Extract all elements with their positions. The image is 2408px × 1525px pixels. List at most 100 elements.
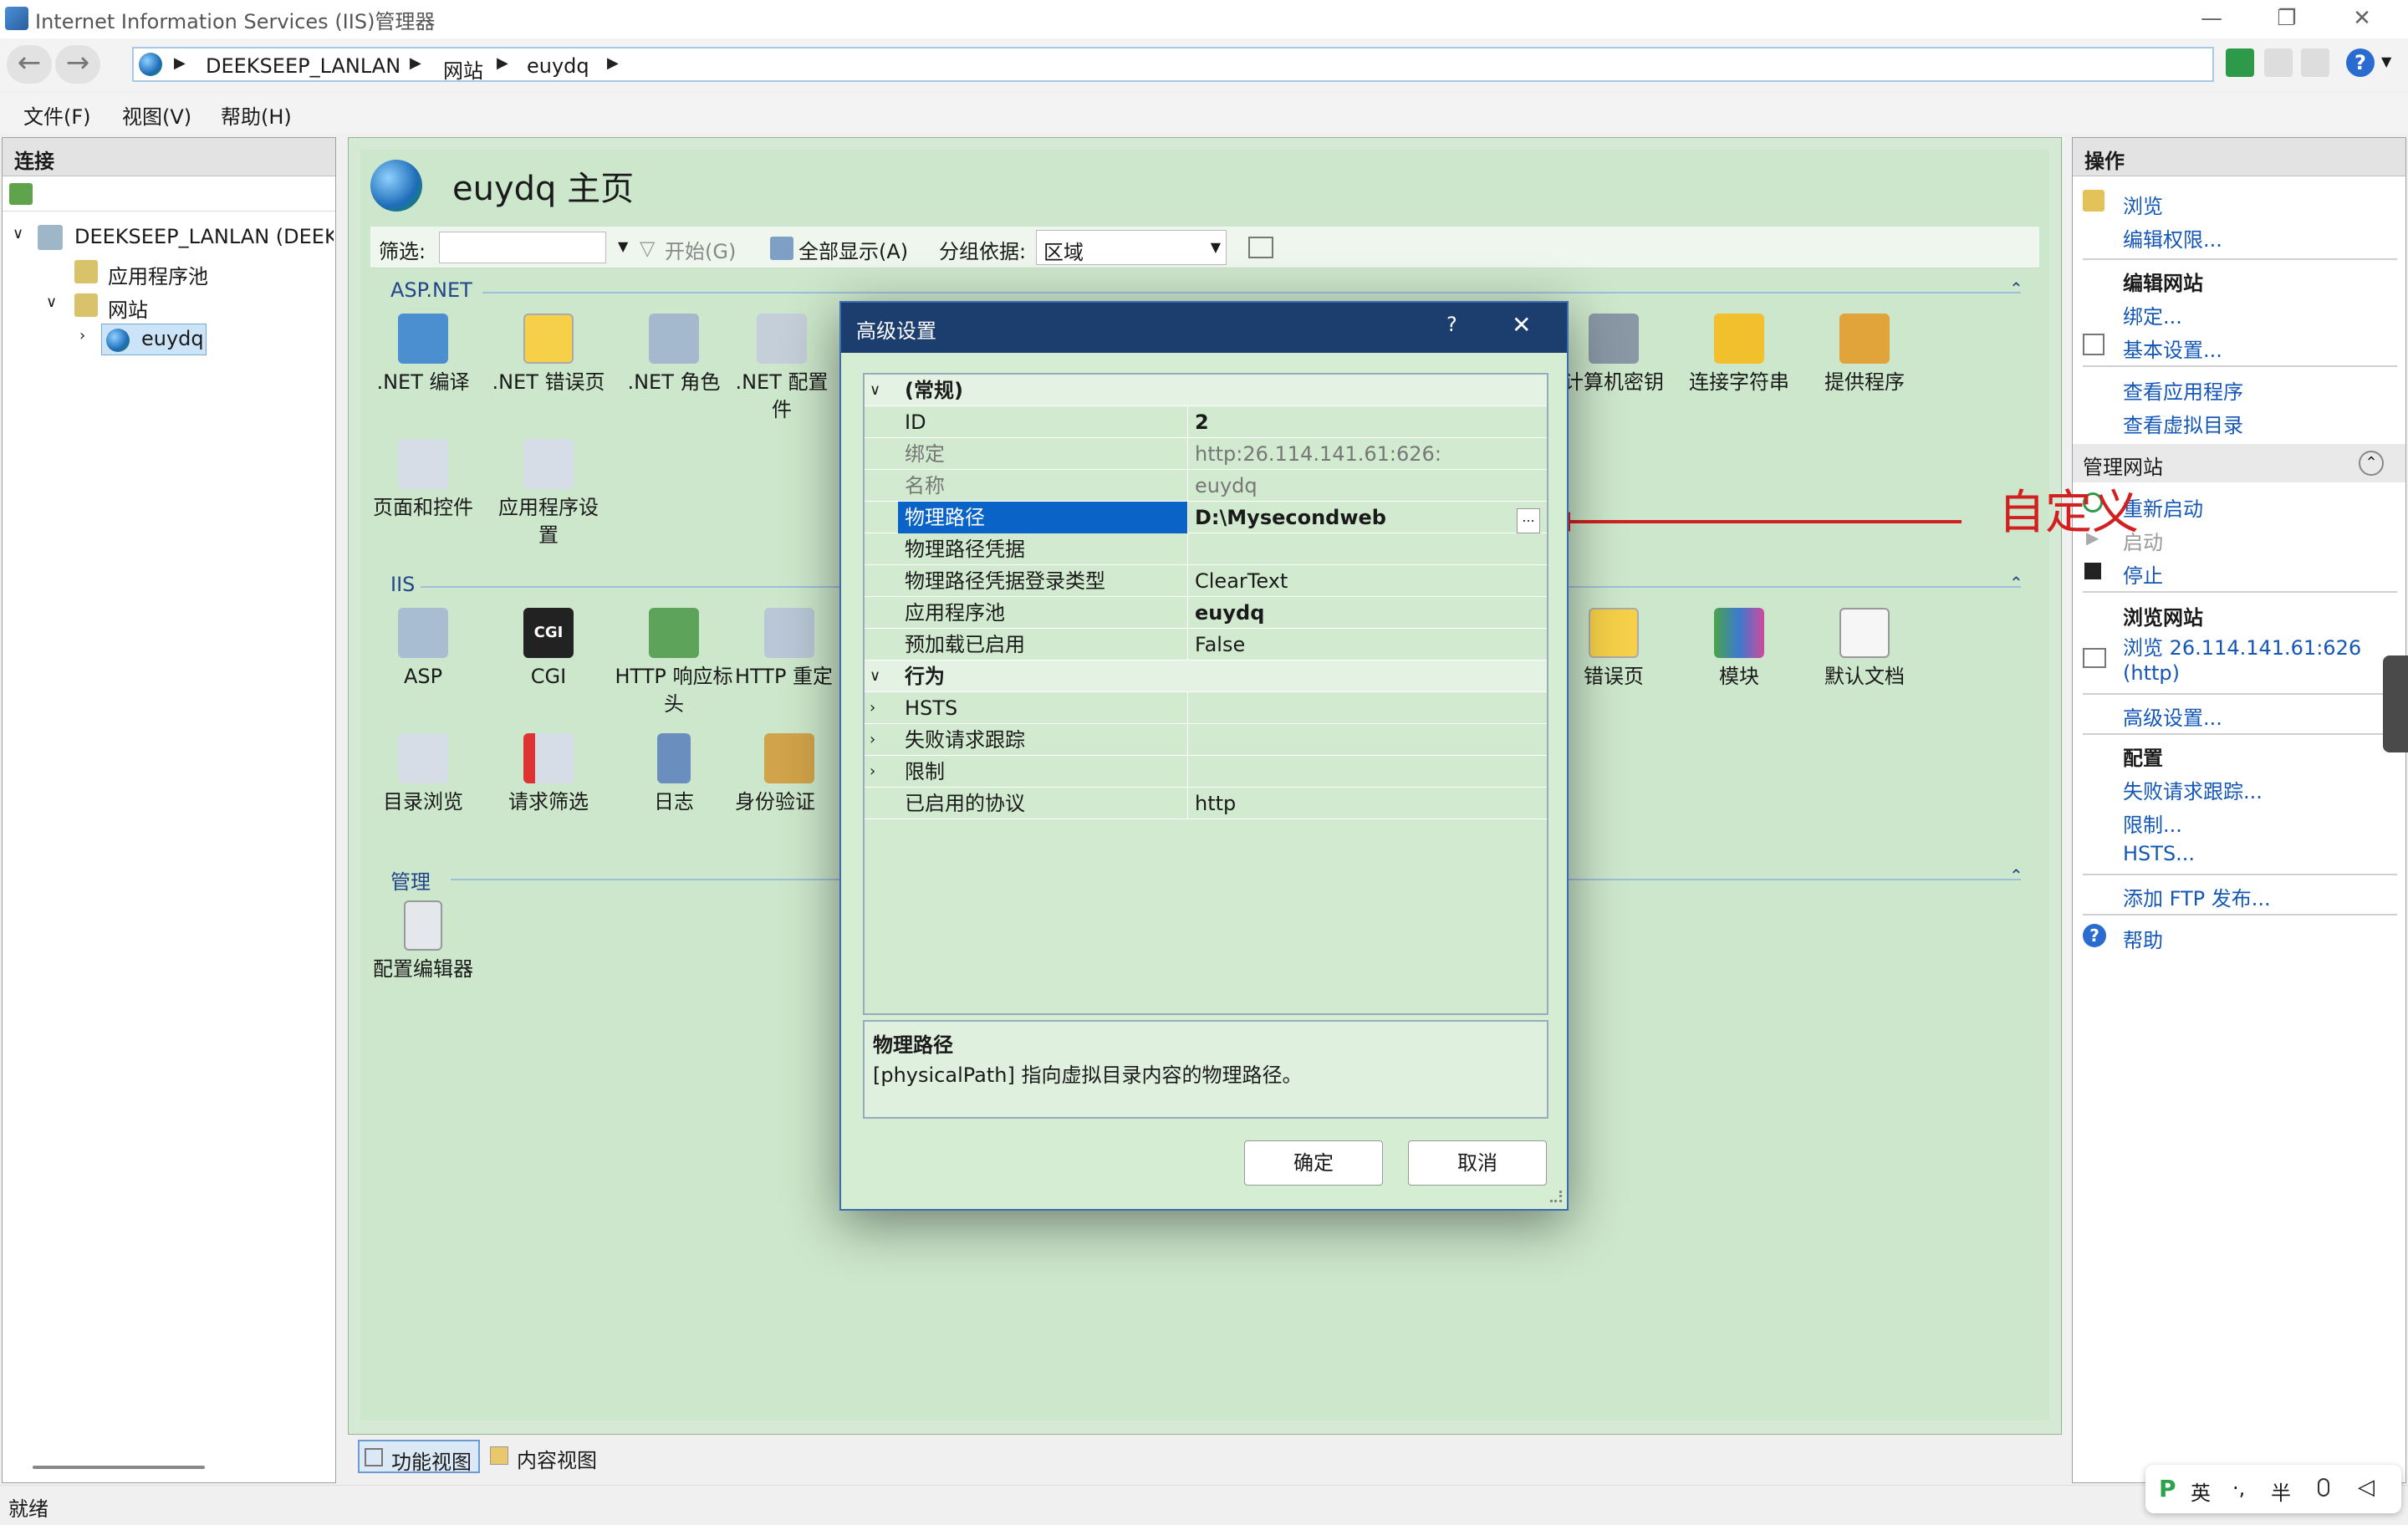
ime-logo-icon[interactable]: P <box>2159 1475 2176 1502</box>
expand-icon[interactable]: ∨ <box>870 660 886 692</box>
expand-icon[interactable]: › <box>870 724 886 756</box>
feature-default-document[interactable]: 默认文档 <box>1802 608 1927 691</box>
collapse-section-icon[interactable]: ⌃ <box>2009 278 2023 298</box>
breadcrumb-server[interactable]: DEEKSEEP_LANLAN <box>206 54 400 78</box>
property-value[interactable]: euydq <box>1187 470 1547 502</box>
property-row[interactable]: 已启用的协议 http <box>865 788 1547 819</box>
action-view-vdirs[interactable]: 查看虚拟目录 <box>2123 409 2243 438</box>
cancel-button[interactable]: 取消 <box>1408 1140 1547 1186</box>
tree-expander-icon[interactable]: ∨ <box>46 293 57 311</box>
breadcrumb-site[interactable]: euydq <box>527 54 589 78</box>
physical-path-input[interactable]: D:\Mysecondweb <box>1187 502 1547 533</box>
breadcrumb[interactable]: ▶ DEEKSEEP_LANLAN ▶ 网站 ▶ euydq ▶ <box>132 47 2214 84</box>
feature-logging[interactable]: 日志 <box>611 733 737 816</box>
feature-cgi[interactable]: CGI CGI <box>486 608 611 691</box>
stop-icon[interactable] <box>2264 48 2293 77</box>
help-icon[interactable]: ? <box>2346 48 2375 77</box>
feature-net-error-pages[interactable]: .NET 错误页 <box>486 314 611 396</box>
action-browse[interactable]: 浏览 <box>2123 190 2163 219</box>
property-value[interactable]: ClearText <box>1187 565 1547 597</box>
tree-site-label[interactable]: euydq <box>141 327 204 350</box>
breadcrumb-sites[interactable]: 网站 <box>443 54 483 84</box>
action-bindings[interactable]: 绑定... <box>2123 300 2182 329</box>
ime-punctuation[interactable]: ·, <box>2232 1477 2245 1500</box>
property-category[interactable]: ∨ (常规) <box>865 375 1547 406</box>
tree-expander-icon[interactable]: ∨ <box>13 225 23 242</box>
action-basic-settings[interactable]: 基本设置... <box>2123 334 2222 363</box>
ime-language[interactable]: 英 <box>2191 1477 2211 1506</box>
action-edit-permissions[interactable]: 编辑权限... <box>2123 223 2222 252</box>
feature-pages-controls[interactable]: 页面和控件 <box>360 439 486 522</box>
restore-button[interactable]: ❐ <box>2249 0 2324 38</box>
group-by-select[interactable]: 区域 ▼ <box>1036 230 1227 265</box>
feature-net-config[interactable]: .NET 配置 件 <box>723 314 840 424</box>
view-mode-icon[interactable] <box>1248 237 1273 258</box>
feature-connection-strings[interactable]: 连接字符串 <box>1676 314 1802 396</box>
feature-http-headers[interactable]: HTTP 响应标 头 <box>611 608 737 718</box>
minimize-button[interactable]: — <box>2174 0 2249 38</box>
expand-icon[interactable]: › <box>870 692 886 724</box>
forward-button[interactable]: → <box>55 45 100 84</box>
action-advanced-settings[interactable]: 高级设置... <box>2123 701 2222 731</box>
new-connection-icon[interactable] <box>9 183 33 205</box>
tab-content-view[interactable]: 内容视图 <box>485 1440 610 1473</box>
close-window-button[interactable]: ✕ <box>2324 0 2400 38</box>
resize-grip-icon[interactable] <box>1550 1191 1562 1202</box>
dialog-help-button[interactable]: ? <box>1446 313 1457 336</box>
action-browse-protocol[interactable]: (http) <box>2123 661 2180 685</box>
tree-server[interactable]: DEEKSEEP_LANLAN (DEEKS <box>74 225 334 248</box>
action-limits[interactable]: 限制... <box>2123 808 2182 838</box>
tab-features-view[interactable]: 功能视图 <box>358 1440 480 1474</box>
tree-expander-icon[interactable]: › <box>79 327 85 344</box>
expand-icon[interactable]: › <box>870 756 886 788</box>
action-help[interactable]: 帮助 <box>2123 924 2163 953</box>
action-stop[interactable]: 停止 <box>2123 559 2163 589</box>
collapse-section-icon[interactable]: ⌃ <box>2009 865 2023 885</box>
action-browse-site[interactable]: 浏览 26.114.141.61:626 <box>2123 631 2361 660</box>
feature-machine-key[interactable]: 计算机密钥 <box>1551 314 1676 396</box>
browse-path-button[interactable]: ... <box>1517 508 1540 533</box>
property-row[interactable]: 物理路径凭据 <box>865 533 1547 565</box>
feature-net-roles[interactable]: .NET 角色 <box>611 314 737 396</box>
property-value[interactable] <box>1187 756 1547 788</box>
property-value[interactable]: http:26.114.141.61:626: <box>1187 438 1547 470</box>
feature-http-redirect[interactable]: HTTP 重定 <box>735 608 844 691</box>
feature-error-pages[interactable]: 错误页 <box>1551 608 1676 691</box>
send-icon[interactable]: ◁ <box>2358 1475 2375 1500</box>
property-row[interactable]: 绑定 http:26.114.141.61:626: <box>865 438 1547 470</box>
property-value[interactable] <box>1187 533 1547 565</box>
feature-modules[interactable]: 模块 <box>1676 608 1802 691</box>
microphone-icon[interactable] <box>2318 1478 2329 1497</box>
start-button[interactable]: 开始(G) <box>665 235 736 264</box>
property-row[interactable]: 物理路径凭据登录类型 ClearText <box>865 565 1547 597</box>
collapse-icon[interactable]: ⌃ <box>2359 451 2384 476</box>
property-row[interactable]: › 失败请求跟踪 <box>865 724 1547 756</box>
horizontal-scrollbar[interactable] <box>33 1466 205 1469</box>
feature-asp[interactable]: ASP <box>360 608 486 691</box>
menu-help[interactable]: 帮助(H) <box>221 100 292 130</box>
property-value[interactable] <box>1187 724 1547 756</box>
property-row[interactable]: ID 2 <box>865 406 1547 438</box>
property-value[interactable]: http <box>1187 788 1547 819</box>
property-value[interactable]: False <box>1187 629 1547 660</box>
action-add-ftp[interactable]: 添加 FTP 发布... <box>2123 882 2271 911</box>
property-row[interactable]: 名称 euydq <box>865 470 1547 502</box>
expand-icon[interactable]: ∨ <box>870 375 886 406</box>
property-row[interactable]: 物理路径 D:\Mysecondweb <box>865 502 1547 533</box>
ok-button[interactable]: 确定 <box>1244 1140 1383 1186</box>
property-row[interactable]: › 限制 <box>865 756 1547 788</box>
dialog-close-button[interactable]: ✕ <box>1512 311 1531 339</box>
property-category[interactable]: ∨ 行为 <box>865 660 1547 692</box>
collapse-section-icon[interactable]: ⌃ <box>2009 573 2023 593</box>
refresh-icon[interactable] <box>2226 48 2254 77</box>
property-value[interactable] <box>1187 692 1547 724</box>
property-value[interactable]: 2 <box>1187 406 1547 438</box>
filter-dropdown-icon[interactable]: ▼ <box>618 238 628 254</box>
action-failed-request[interactable]: 失败请求跟踪... <box>2123 775 2263 804</box>
feature-providers[interactable]: 提供程序 <box>1802 314 1927 396</box>
filter-input[interactable] <box>439 232 606 263</box>
tree-sites[interactable]: 网站 <box>108 293 148 323</box>
feature-request-filtering[interactable]: 请求筛选 <box>486 733 611 816</box>
menu-view[interactable]: 视图(V) <box>122 100 191 130</box>
back-button[interactable]: ← <box>7 45 52 84</box>
